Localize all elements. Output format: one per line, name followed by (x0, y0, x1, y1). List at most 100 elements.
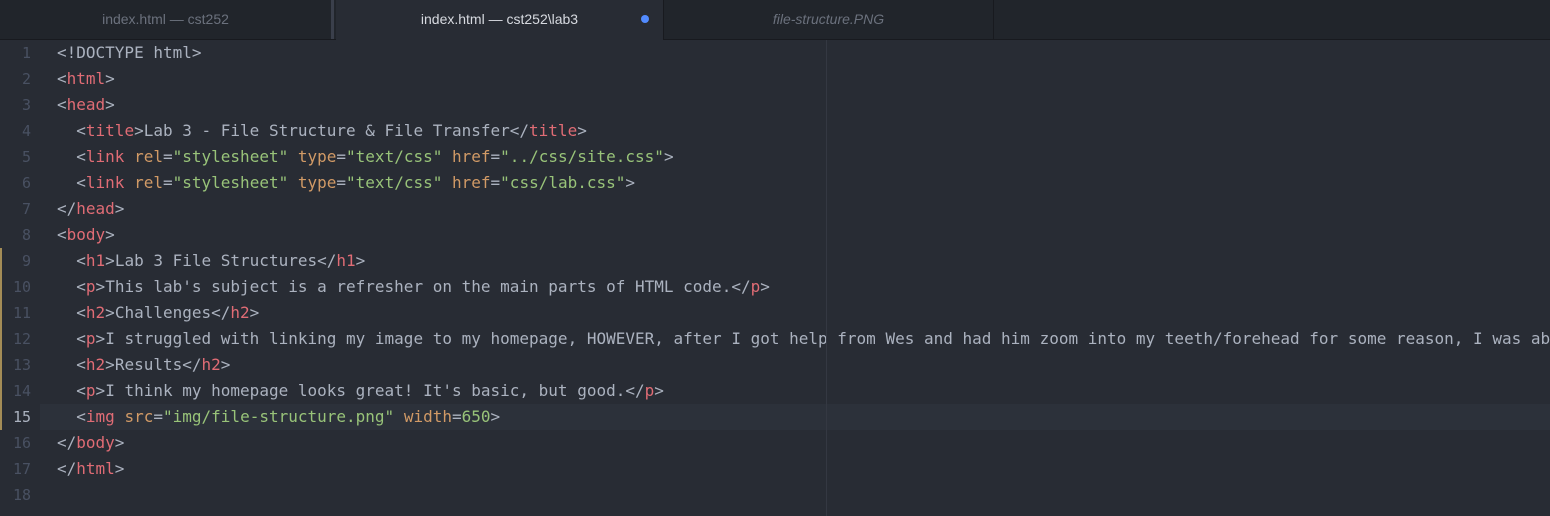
code-line[interactable]: 7 </head> (0, 196, 1550, 222)
punctuation-token: > (490, 407, 501, 426)
punctuation-token: > (134, 121, 144, 140)
punctuation-token: > (114, 199, 125, 218)
punctuation-token: > (105, 251, 115, 270)
code-line[interactable]: 4 <title>Lab 3 - File Structure & File T… (0, 118, 1550, 144)
code-line[interactable]: 10 <p>This lab's subject is a refresher … (0, 274, 1550, 300)
tag-name-token: h2 (201, 355, 221, 374)
punctuation-token: </ (182, 355, 202, 374)
punctuation-token: > (654, 381, 664, 400)
code-line[interactable]: 16 </body> (0, 430, 1550, 456)
tag-name-token: h2 (85, 303, 106, 322)
tag-name-token: html (66, 69, 106, 88)
tab-index-lab3[interactable]: index.html — cst252\lab3 (336, 0, 663, 40)
punctuation-token: <!DOCTYPE html> (57, 43, 202, 62)
line-number: 11 (0, 300, 31, 326)
attribute-name-token: type (297, 147, 337, 166)
text-content-token: Challenges (114, 303, 212, 322)
punctuation-token: < (57, 381, 86, 400)
code-line[interactable]: 11 <h2>Challenges</h2> (0, 300, 1550, 326)
punctuation-token: < (57, 173, 86, 192)
line-number: 12 (0, 326, 31, 352)
text-content-token: Lab 3 File Structures (114, 251, 318, 270)
line-number: 13 (0, 352, 31, 378)
punctuation-token: > (625, 173, 636, 192)
code-line[interactable]: 6 <link rel="stylesheet" type="text/css"… (0, 170, 1550, 196)
line-number: 7 (21, 200, 31, 218)
tag-name-token: body (66, 225, 106, 244)
text-content-token: Results (114, 355, 183, 374)
tag-name-token: title (529, 121, 578, 140)
punctuation-token: = (336, 147, 347, 166)
wrap-guide (826, 40, 827, 516)
line-code: <link rel="stylesheet" type="text/css" h… (40, 170, 1550, 196)
code-line[interactable]: 14 <p>I think my homepage looks great! I… (0, 378, 1550, 404)
line-number: 8 (21, 226, 31, 244)
punctuation-token: < (57, 329, 86, 348)
code-line[interactable]: 5 <link rel="stylesheet" type="text/css"… (0, 144, 1550, 170)
tab-label: file-structure.PNG (772, 11, 885, 27)
line-code: <p>I struggled with linking my image to … (40, 326, 1550, 352)
code-line[interactable]: 3 <head> (0, 92, 1550, 118)
code-line[interactable]: 9 <h1>Lab 3 File Structures</h1> (0, 248, 1550, 274)
line-number: 17 (12, 460, 31, 478)
punctuation-token: > (114, 433, 125, 452)
string-value-token: 650 (461, 407, 491, 426)
punctuation-token: > (95, 329, 106, 348)
tag-name-token: img (85, 407, 115, 426)
punctuation-token: > (249, 303, 260, 322)
code-line[interactable]: 1 <!DOCTYPE html> (0, 40, 1550, 66)
code-line[interactable]: 18 (0, 482, 1550, 508)
string-value-token: "text/css" (346, 173, 443, 192)
attribute-name-token: type (297, 173, 337, 192)
line-number: 4 (21, 122, 31, 140)
code-line[interactable]: 8 <body> (0, 222, 1550, 248)
attribute-name-token: rel (134, 173, 163, 192)
tab-file-structure-png[interactable]: file-structure.PNG (663, 0, 994, 39)
line-number: 5 (21, 148, 31, 166)
punctuation-token: > (114, 459, 125, 478)
tab-label: index.html — cst252\lab3 (420, 11, 579, 27)
punctuation-token: < (57, 69, 67, 88)
code-line[interactable]: 13 <h2>Results</h2> (0, 352, 1550, 378)
attribute-name-token: href (452, 173, 491, 192)
punctuation-token: < (57, 407, 86, 426)
line-code: <h2>Results</h2> (40, 352, 1550, 378)
punctuation-token: = (162, 147, 173, 166)
line-code: </html> (40, 456, 1550, 482)
punctuation-token: = (452, 407, 462, 426)
code-line[interactable]: 12 <p>I struggled with linking my image … (0, 326, 1550, 352)
line-number: 10 (0, 274, 31, 300)
line-code: <body> (40, 222, 1550, 248)
punctuation-token: > (105, 225, 115, 244)
punctuation-token: > (355, 251, 366, 270)
line-number: 6 (21, 174, 31, 192)
code-line[interactable]: 15 <img src="img/file-structure.png" wid… (0, 404, 1550, 430)
code-editor[interactable]: 18 17 </html> 16 </body> 15 <img src="img/fil… (0, 40, 1550, 516)
punctuation-token: > (760, 277, 770, 296)
punctuation-token: < (57, 303, 86, 322)
punctuation-token: = (490, 147, 501, 166)
line-number: 14 (0, 378, 31, 404)
tag-name-token: link (85, 147, 125, 166)
punctuation-token (124, 147, 134, 166)
line-code: <h1>Lab 3 File Structures</h1> (40, 248, 1550, 274)
tag-name-token: h2 (230, 303, 250, 322)
line-code: </body> (40, 430, 1550, 456)
line-number: 2 (21, 70, 31, 88)
punctuation-token (288, 173, 298, 192)
tag-name-token: link (85, 173, 125, 192)
punctuation-token: = (162, 173, 173, 192)
punctuation-token: > (577, 121, 587, 140)
tag-name-token: head (76, 199, 115, 218)
punctuation-token: > (105, 95, 115, 114)
line-code: <h2>Challenges</h2> (40, 300, 1550, 326)
string-value-token: "../css/site.css" (500, 147, 664, 166)
code-line[interactable]: 17 </html> (0, 456, 1550, 482)
tab-index-cst252[interactable]: index.html — cst252 (0, 0, 334, 39)
code-line[interactable]: 2 <html> (0, 66, 1550, 92)
punctuation-token (115, 407, 125, 426)
punctuation-token: > (95, 381, 106, 400)
tag-name-token: p (85, 277, 96, 296)
line-code: <head> (40, 92, 1550, 118)
line-number: 9 (0, 248, 31, 274)
